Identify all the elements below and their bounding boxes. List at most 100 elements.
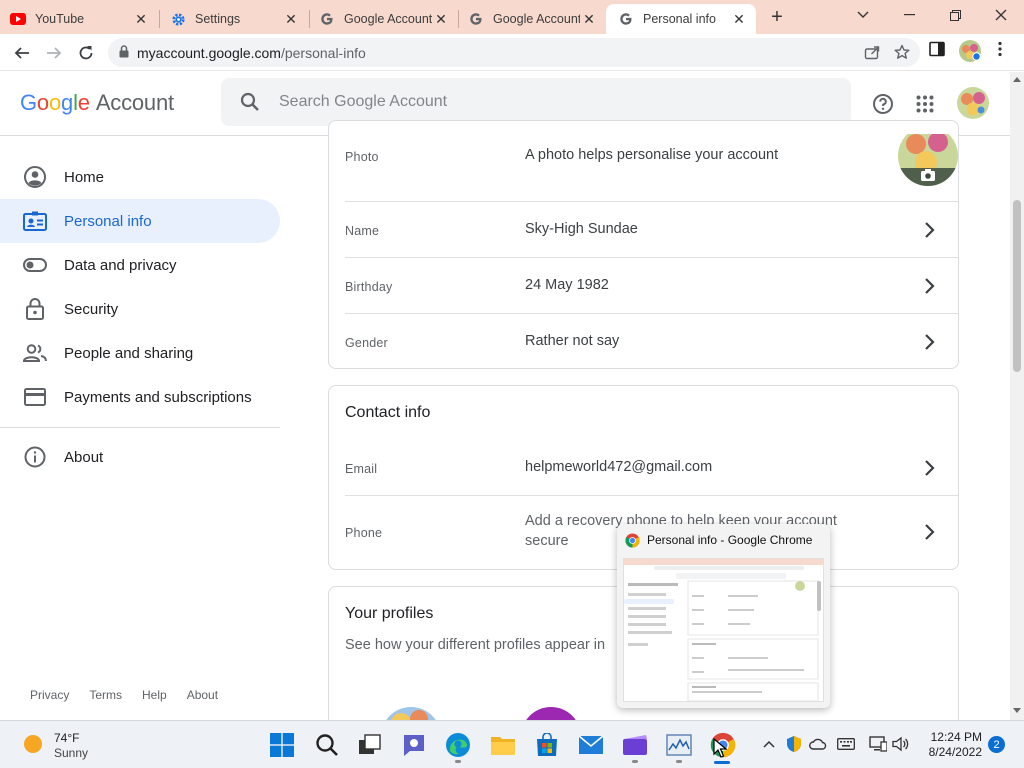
row-label: Gender xyxy=(345,336,388,350)
chevron-right-icon xyxy=(918,275,940,297)
chat-icon[interactable] xyxy=(400,731,428,759)
chevron-right-icon xyxy=(918,457,940,479)
sidebar-item-personal-info[interactable]: Personal info xyxy=(0,199,280,243)
scroll-down-icon xyxy=(1013,708,1021,713)
preview-title: Personal info - Google Chrome xyxy=(647,533,813,547)
volume-icon[interactable] xyxy=(892,735,910,753)
row-value: Sky-High Sundae xyxy=(525,221,638,237)
back-arrow-icon[interactable] xyxy=(9,40,35,66)
close-tab-icon[interactable]: ✕ xyxy=(132,10,150,28)
url-host: myaccount.google.com xyxy=(137,44,281,61)
page-scrollbar[interactable] xyxy=(1010,72,1024,720)
apps-grid-icon[interactable] xyxy=(912,91,938,117)
toggle-icon xyxy=(23,253,47,277)
browser-menu-icon[interactable] xyxy=(998,41,1002,62)
sidebar-item-label: People and sharing xyxy=(64,344,194,362)
weather-condition: Sunny xyxy=(54,746,89,760)
reload-icon[interactable] xyxy=(73,40,99,66)
scrollbar-thumb[interactable] xyxy=(1013,200,1021,372)
weather-widget[interactable]: 74°F Sunny xyxy=(22,731,88,761)
windows-start-icon[interactable] xyxy=(268,731,296,759)
new-tab-button[interactable]: + xyxy=(766,6,788,28)
sidebar-item-label: Security xyxy=(64,300,119,318)
sidebar-item-payments[interactable]: Payments and subscriptions xyxy=(0,375,280,419)
gear-icon xyxy=(170,11,186,27)
row-value-line2: secure xyxy=(525,533,569,549)
row-label: Birthday xyxy=(345,280,393,294)
row-value: A photo helps personalise your account xyxy=(525,147,779,163)
running-indicator xyxy=(632,760,638,763)
tab-title: Google Account xyxy=(344,12,432,26)
address-bar[interactable]: myaccount.google.com/personal-info xyxy=(108,38,920,67)
close-tab-icon[interactable]: ✕ xyxy=(580,10,598,28)
footer-link-about[interactable]: About xyxy=(187,688,218,702)
sidebar-item-data-and-privacy[interactable]: Data and privacy xyxy=(0,243,280,287)
sidebar-item-about[interactable]: About xyxy=(0,435,280,479)
close-tab-icon[interactable]: ✕ xyxy=(282,10,300,28)
close-tab-icon[interactable]: ✕ xyxy=(730,10,748,28)
row-label: Email xyxy=(345,462,378,476)
sidebar-item-home[interactable]: Home xyxy=(0,155,280,199)
scroll-up-icon xyxy=(1013,77,1021,82)
defender-shield-icon[interactable] xyxy=(785,735,803,753)
forward-arrow-icon[interactable] xyxy=(41,40,67,66)
close-window-icon[interactable] xyxy=(978,0,1024,30)
help-icon[interactable] xyxy=(870,91,896,117)
url-path: /personal-info xyxy=(280,44,366,61)
footer-link-privacy[interactable]: Privacy xyxy=(30,688,69,702)
side-panel-icon[interactable] xyxy=(929,41,945,62)
taskbar-clock[interactable]: 12:24 PM 8/24/2022 xyxy=(920,730,982,760)
birthday-row[interactable]: Birthday 24 May 1982 xyxy=(345,258,958,314)
sidebar-item-people-and-sharing[interactable]: People and sharing xyxy=(0,331,280,375)
performance-monitor-icon[interactable] xyxy=(665,731,693,759)
minimize-icon[interactable] xyxy=(886,0,932,30)
people-icon xyxy=(23,341,47,365)
bookmark-star-icon[interactable] xyxy=(894,44,910,64)
network-monitor-icon[interactable] xyxy=(869,735,887,753)
tab-personal-info[interactable]: Personal info ✕ xyxy=(606,4,756,34)
tab-search-chevron-icon[interactable] xyxy=(840,0,886,30)
profile-avatar-small[interactable] xyxy=(958,39,982,68)
restore-icon[interactable] xyxy=(932,0,978,30)
footer-link-terms[interactable]: Terms xyxy=(89,688,122,702)
tab-title: Google Account xyxy=(493,12,580,26)
running-indicator xyxy=(676,760,682,763)
tray-overflow-chevron-icon[interactable] xyxy=(760,735,778,753)
chevron-right-icon xyxy=(918,521,940,543)
edge-icon[interactable] xyxy=(444,731,472,759)
photo-row[interactable]: Photo A photo helps personalise your acc… xyxy=(345,121,958,202)
sidebar-item-label: About xyxy=(64,448,104,466)
active-indicator xyxy=(714,761,730,764)
email-row[interactable]: Email helpmeworld472@gmail.com xyxy=(345,440,958,496)
tab-strip: YouTube ✕ Settings ✕ Google Account ✕ Go… xyxy=(0,0,1024,34)
tab-settings[interactable]: Settings ✕ xyxy=(170,4,308,34)
row-label: Name xyxy=(345,224,380,238)
file-explorer-icon[interactable] xyxy=(489,731,517,759)
onedrive-cloud-icon[interactable] xyxy=(809,735,827,753)
mail-icon[interactable] xyxy=(577,731,605,759)
microsoft-store-icon[interactable] xyxy=(533,731,561,759)
footer-link-help[interactable]: Help xyxy=(142,688,167,702)
tab-google-account-1[interactable]: Google Account ✕ xyxy=(319,4,458,34)
clipchamp-icon[interactable] xyxy=(621,731,649,759)
close-tab-icon[interactable]: ✕ xyxy=(432,10,450,28)
taskbar-window-preview[interactable]: Personal info - Google Chrome xyxy=(617,524,830,708)
tab-separator xyxy=(309,10,310,28)
name-row[interactable]: Name Sky-High Sundae xyxy=(345,202,958,258)
notification-badge[interactable]: 2 xyxy=(988,736,1005,753)
tab-google-account-2[interactable]: Google Account ✕ xyxy=(468,4,606,34)
tab-youtube[interactable]: YouTube ✕ xyxy=(10,4,158,34)
task-view-icon[interactable] xyxy=(356,731,384,759)
profile-photo[interactable] xyxy=(898,126,958,191)
google-account-logo[interactable]: Google Account xyxy=(20,90,174,116)
keyboard-icon[interactable] xyxy=(837,735,855,753)
sidebar-item-security[interactable]: Security xyxy=(0,287,280,331)
lock-icon xyxy=(23,297,47,321)
account-avatar[interactable] xyxy=(956,86,990,120)
share-icon[interactable] xyxy=(864,44,880,64)
search-input[interactable]: Search Google Account xyxy=(221,78,851,126)
youtube-icon xyxy=(10,11,26,27)
footer-links: Privacy Terms Help About xyxy=(30,688,218,702)
taskbar-search-icon[interactable] xyxy=(313,731,341,759)
gender-row[interactable]: Gender Rather not say xyxy=(345,314,958,368)
